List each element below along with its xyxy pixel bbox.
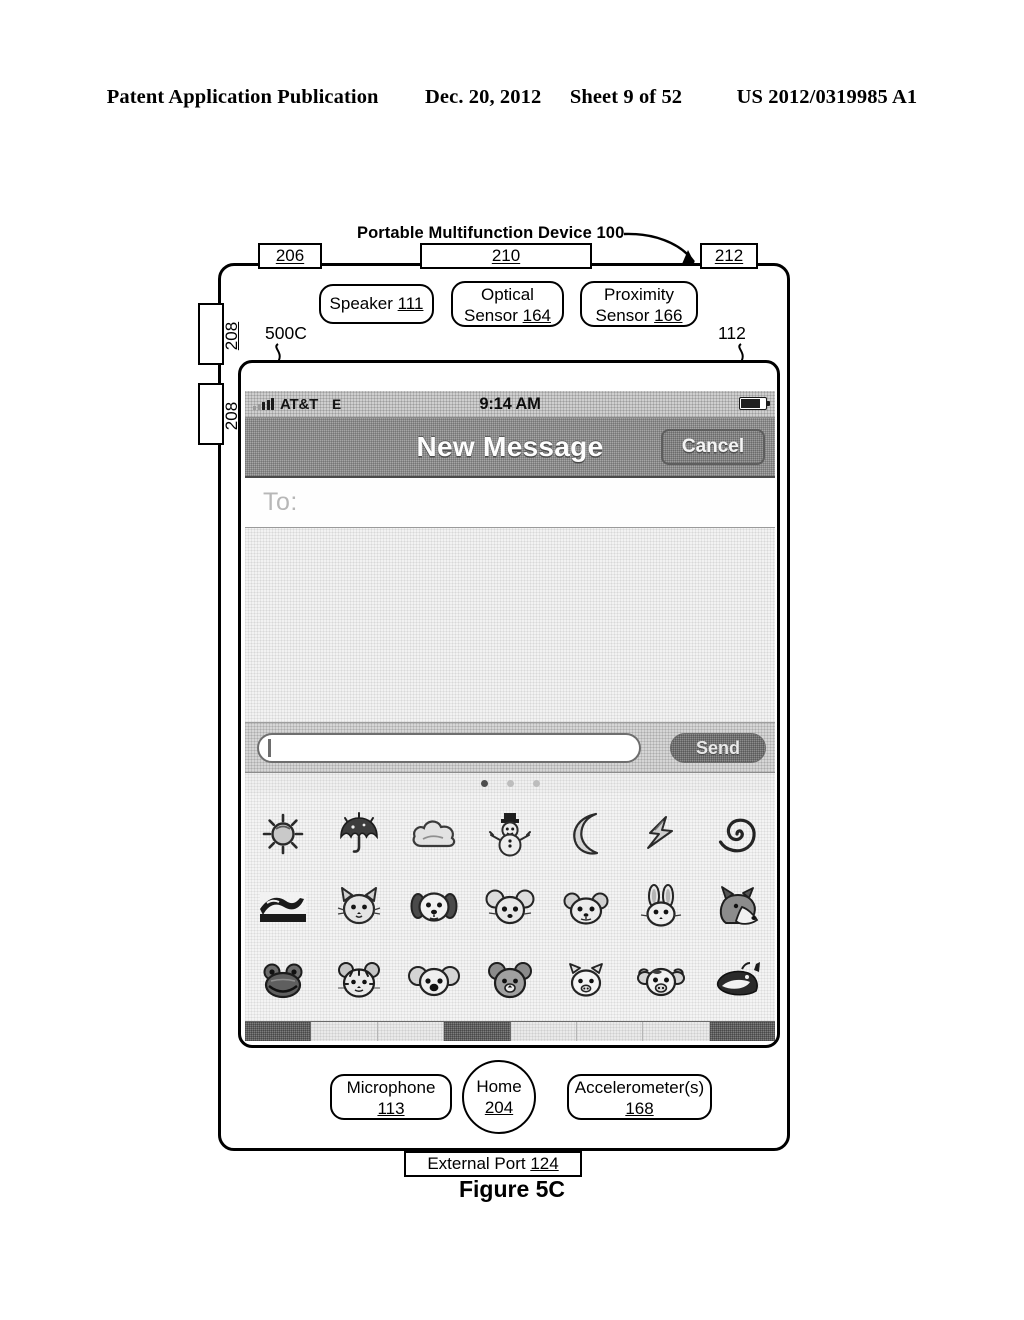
emoji-row-2	[245, 872, 775, 942]
mouse-face-emoji[interactable]	[479, 876, 541, 938]
koala-face-emoji[interactable]	[403, 949, 465, 1011]
emoji-keyboard-grid	[245, 793, 775, 1021]
send-button-label: Send	[695, 737, 740, 758]
home-button[interactable]: Home 204	[462, 1060, 536, 1134]
cyclone-spiral-emoji[interactable]	[706, 803, 768, 865]
home-button-ref: 204	[484, 1098, 514, 1117]
cancel-button[interactable]: Cancel	[661, 429, 765, 465]
proximity-sensor-label-line2: Sensor	[595, 306, 650, 325]
publication-header-left: Patent Application Publication	[106, 86, 379, 108]
microphone-label: Microphone	[346, 1078, 436, 1097]
external-port-label: External Port	[427, 1154, 526, 1173]
emoji-row-3	[245, 945, 775, 1015]
bell-objects-key[interactable]	[510, 1022, 577, 1041]
page-dot-3[interactable]	[532, 779, 540, 787]
microphone-ref: 113	[377, 1099, 405, 1118]
page-title: New Message	[416, 431, 604, 462]
optical-sensor-ref: 164	[522, 306, 551, 325]
proximity-sensor-ref: 166	[654, 306, 683, 325]
hamster-face-emoji[interactable]	[555, 876, 617, 938]
frog-face-emoji[interactable]	[252, 949, 314, 1011]
accelerometer-ref: 168	[625, 1099, 654, 1118]
speaker-label: Speaker	[329, 294, 393, 313]
dog-face-emoji[interactable]	[403, 876, 465, 938]
microphone-callout: Microphone 113	[330, 1074, 452, 1120]
pig-face-emoji[interactable]	[555, 949, 617, 1011]
cancel-button-label: Cancel	[681, 436, 745, 457]
cloud-emoji[interactable]	[403, 803, 465, 865]
lightning-bolt-emoji[interactable]	[630, 803, 692, 865]
optical-sensor-label-line2: Sensor	[464, 306, 518, 325]
nature-flower-key[interactable]	[444, 1022, 511, 1041]
keyboard-category-toolbar: 123	[245, 1021, 775, 1041]
page-dot-2[interactable]	[506, 779, 514, 787]
emoji-page-indicator[interactable]	[245, 773, 775, 793]
speaker-ref: 111	[397, 294, 424, 313]
callout-tab-206: 206	[258, 243, 322, 269]
message-input-bar: Send	[245, 723, 775, 773]
callout-tab-208-lower: 208	[198, 383, 241, 445]
bear-face-emoji[interactable]	[479, 949, 541, 1011]
recent-clock-key[interactable]	[311, 1022, 378, 1041]
snowman-emoji[interactable]	[479, 803, 541, 865]
crescent-moon-emoji[interactable]	[555, 803, 617, 865]
external-port-callout: External Port 124	[404, 1151, 582, 1177]
recipient-field-label: To:	[263, 488, 298, 516]
wolf-face-emoji[interactable]	[706, 876, 768, 938]
cat-face-emoji[interactable]	[328, 876, 390, 938]
globe-key[interactable]	[245, 1022, 312, 1041]
home-button-label: Home	[476, 1077, 522, 1096]
sheet-number: Sheet 9 of 52	[569, 86, 683, 108]
conversation-area	[245, 528, 775, 723]
umbrella-rain-emoji[interactable]	[328, 803, 390, 865]
ui-reference-500c: 500C	[265, 323, 307, 343]
recipient-field[interactable]: To:	[245, 478, 775, 528]
page-dot-1[interactable]	[480, 779, 488, 787]
cow-face-emoji[interactable]	[630, 949, 692, 1011]
text-cursor	[268, 738, 271, 757]
callout-tab-210: 210	[420, 243, 592, 269]
optical-sensor-label-line1: Optical	[481, 285, 534, 304]
publication-header: Patent Application Publication Dec. 20, …	[0, 86, 1024, 109]
callout-208-lower-label: 208	[222, 401, 241, 431]
car-places-key[interactable]	[576, 1022, 644, 1041]
send-button[interactable]: Send	[670, 733, 766, 763]
external-port-ref: 124	[530, 1154, 559, 1173]
device-title: Portable Multifunction Device 100	[357, 224, 625, 242]
callout-208-upper-label: 208	[222, 321, 241, 351]
wave-water-emoji[interactable]	[252, 876, 314, 938]
rabbit-face-emoji[interactable]	[630, 876, 692, 938]
touch-screen-display[interactable]: AT&T E 9:14 AM New Message Cancel To: Se…	[238, 360, 780, 1048]
callout-tab-212: 212	[700, 243, 758, 269]
sun-emoji[interactable]	[252, 803, 314, 865]
callout-206-label: 206	[275, 246, 305, 265]
status-time: 9:14 AM	[479, 394, 541, 413]
emoji-row-1	[245, 799, 775, 869]
speaker-callout: Speaker 111	[319, 284, 434, 324]
battery-icon	[739, 397, 770, 410]
screen-content: AT&T E 9:14 AM New Message Cancel To: Se…	[245, 391, 775, 1041]
message-text-input[interactable]	[257, 732, 641, 763]
accelerometer-callout: Accelerometer(s) 168	[567, 1074, 712, 1120]
callout-210-label: 210	[491, 246, 521, 265]
proximity-sensor-callout: Proximity Sensor 166	[580, 281, 698, 327]
figure-caption: Figure 5C	[458, 1176, 566, 1202]
numbers-123-key[interactable]: 123	[643, 1022, 710, 1041]
accelerometer-label: Accelerometer(s)	[574, 1078, 705, 1097]
callout-212-label: 212	[714, 246, 744, 265]
delete-key[interactable]	[709, 1022, 775, 1041]
tiger-face-emoji[interactable]	[328, 949, 390, 1011]
display-reference-112: 112	[718, 323, 746, 343]
publication-date: Dec. 20, 2012	[425, 86, 542, 108]
publication-number: US 2012/0319985 A1	[736, 86, 918, 108]
optical-sensor-callout: Optical Sensor 164	[451, 281, 564, 327]
navigation-bar: New Message Cancel	[245, 418, 775, 478]
proximity-sensor-label-line1: Proximity	[604, 285, 674, 304]
status-bar: AT&T E 9:14 AM	[245, 391, 775, 418]
callout-tab-208-upper: 208	[198, 303, 241, 365]
smiley-key[interactable]	[377, 1022, 445, 1041]
whale-emoji[interactable]	[706, 949, 768, 1011]
